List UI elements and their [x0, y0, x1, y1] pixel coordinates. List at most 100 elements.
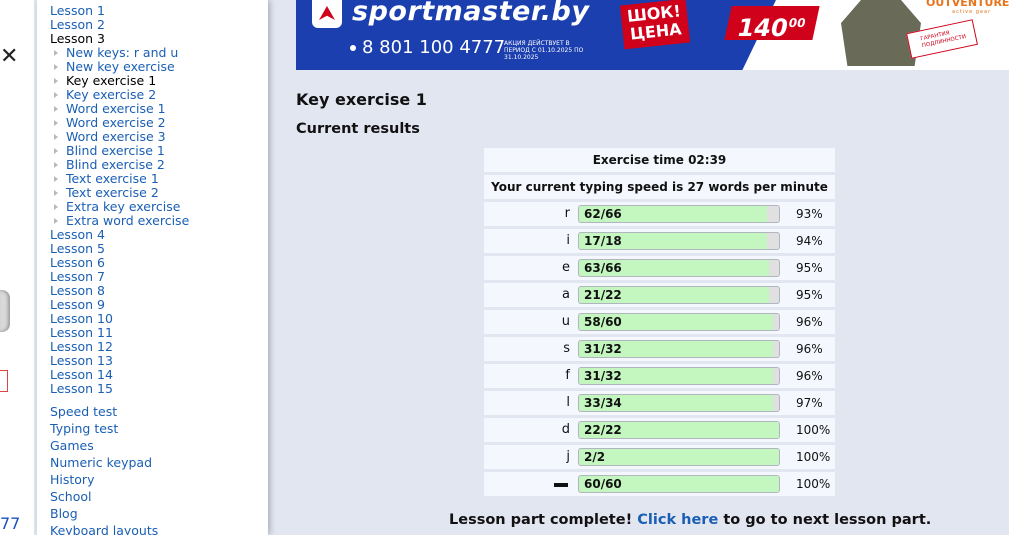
accuracy-bar: 63/66	[578, 259, 780, 277]
accuracy-bar: 22/22	[578, 421, 780, 439]
sidebar-lesson[interactable]: Lesson 5	[50, 242, 189, 256]
banner-terms: АКЦИЯ ДЕЙСТВУЕТ В ПЕРИОД С 01.10.2025 ПО…	[504, 40, 584, 61]
sidebar-subitem[interactable]: Extra key exercise	[50, 200, 189, 214]
sidebar-subitem[interactable]: Word exercise 2	[50, 116, 189, 130]
key-result-row: s 31/32 96%	[484, 337, 835, 361]
next-lesson-link[interactable]: Click here	[637, 512, 718, 528]
lesson-list: Lesson 1 Lesson 2 Lesson 3 New keys: r and …	[50, 4, 189, 396]
sidebar-link[interactable]: Games	[50, 437, 158, 454]
sidebar-subitem-label: Text exercise 2	[66, 185, 159, 200]
sidebar-subitem[interactable]: Key exercise 2	[50, 88, 189, 102]
sidebar-subitem[interactable]: Blind exercise 2	[50, 158, 189, 172]
extra-links-list: Speed test Typing test Games Numeric keypad…	[50, 403, 158, 535]
correct-count: 2/2	[584, 450, 606, 464]
sportmaster-logo-icon	[312, 0, 342, 28]
ad-banner[interactable]: sportmaster.by 8 801 100 4777 АКЦИЯ ДЕЙС…	[296, 0, 1009, 70]
caret-right-icon	[54, 162, 58, 168]
key-result-row: 60/60 100%	[484, 472, 835, 496]
left-ad-strip[interactable]: ✕ 77	[0, 0, 34, 535]
sidebar-lesson[interactable]: Lesson 9	[50, 298, 189, 312]
sidebar-lesson[interactable]: Lesson 4	[50, 228, 189, 242]
key-label: e	[562, 260, 570, 275]
accuracy-bar: 31/32	[578, 367, 780, 385]
accuracy-bar: 33/34	[578, 394, 780, 412]
key-result-row: f 31/32 96%	[484, 364, 835, 388]
sidebar-subitem-label: Word exercise 2	[66, 115, 166, 130]
sidebar-subitem-label: Blind exercise 2	[66, 157, 165, 172]
caret-right-icon	[54, 92, 58, 98]
sidebar-lesson[interactable]: Lesson 8	[50, 284, 189, 298]
banner-promo-badge: ШОК! ЦЕНА	[619, 0, 691, 50]
sidebar-link[interactable]: Blog	[50, 505, 158, 522]
accuracy-percent: 97%	[796, 396, 823, 410]
sidebar-subitem[interactable]: New key exercise	[50, 60, 189, 74]
banner-price: 14000	[724, 6, 820, 42]
sidebar-subitem-current[interactable]: Key exercise 1	[50, 74, 189, 88]
sidebar-lesson[interactable]: Lesson 6	[50, 256, 189, 270]
accuracy-percent: 94%	[796, 234, 823, 248]
sidebar-lesson[interactable]: Lesson 11	[50, 326, 189, 340]
sidebar-subitem[interactable]: Extra word exercise	[50, 214, 189, 228]
key-result-row: a 21/22 95%	[484, 283, 835, 307]
ad-text-fragment: 77	[0, 514, 21, 533]
sidebar-subitem-label: Word exercise 3	[66, 129, 166, 144]
sidebar-subitem-label: Text exercise 1	[66, 171, 159, 186]
caret-right-icon	[54, 204, 58, 210]
sidebar-link[interactable]: Keyboard layouts	[50, 522, 158, 535]
key-label: a	[562, 287, 570, 302]
accuracy-percent: 100%	[796, 477, 831, 491]
key-results-list: r 62/66 93% i 17/18 94% e 63/66 95% a 21/22 95% u 58/…	[484, 202, 835, 496]
sidebar-subitem[interactable]: Blind exercise 1	[50, 144, 189, 158]
sidebar-lesson[interactable]: Lesson 10	[50, 312, 189, 326]
sidebar-lesson[interactable]: Lesson 13	[50, 354, 189, 368]
sidebar-link[interactable]: Typing test	[50, 420, 158, 437]
sidebar-subitem[interactable]: New keys: r and u	[50, 46, 189, 60]
accuracy-percent: 93%	[796, 207, 823, 221]
sidebar-subitem-label: Extra key exercise	[66, 199, 181, 214]
banner-phone: 8 801 100 4777	[362, 37, 506, 58]
accuracy-bar: 21/22	[578, 286, 780, 304]
accuracy-percent: 95%	[796, 288, 823, 302]
price-value: 140	[734, 14, 791, 42]
caret-right-icon	[54, 106, 58, 112]
sidebar-subitem[interactable]: Word exercise 1	[50, 102, 189, 116]
accuracy-percent: 100%	[796, 450, 831, 464]
sidebar-subitem[interactable]: Word exercise 3	[50, 130, 189, 144]
banner-brand: sportmaster.by	[352, 0, 590, 27]
sidebar-lesson[interactable]: Lesson 2	[50, 18, 189, 32]
key-result-row: u 58/60 96%	[484, 310, 835, 334]
sidebar-subitem[interactable]: Text exercise 2	[50, 186, 189, 200]
accuracy-percent: 96%	[796, 342, 823, 356]
sidebar-lesson[interactable]: Lesson 15	[50, 382, 189, 396]
sidebar-subitem-label: New key exercise	[66, 59, 175, 74]
caret-right-icon	[54, 134, 58, 140]
sidebar-subitem[interactable]: Text exercise 1	[50, 172, 189, 186]
correct-count: 62/66	[584, 207, 622, 221]
sidebar-subitem-label: Extra word exercise	[66, 213, 190, 228]
accuracy-percent: 96%	[796, 369, 823, 383]
accuracy-bar: 60/60	[578, 475, 780, 493]
accuracy-bar-fill	[579, 449, 779, 465]
caret-right-icon	[54, 120, 58, 126]
key-label: r	[564, 206, 570, 221]
exercise-time: Exercise time 02:39	[484, 148, 835, 172]
caret-right-icon	[54, 176, 58, 182]
sidebar-lesson[interactable]: Lesson 1	[50, 4, 189, 18]
key-label: j	[566, 449, 570, 464]
key-label: d	[561, 422, 570, 437]
sidebar-link[interactable]: History	[50, 471, 158, 488]
space-key-icon	[554, 483, 568, 487]
sidebar-link[interactable]: Speed test	[50, 403, 158, 420]
sidebar-lesson[interactable]: Lesson 12	[50, 340, 189, 354]
accuracy-bar: 17/18	[578, 232, 780, 250]
key-label: u	[561, 314, 570, 329]
sidebar-link[interactable]: School	[50, 488, 158, 505]
sidebar-lesson[interactable]: Lesson 14	[50, 368, 189, 382]
sidebar-lesson[interactable]: Lesson 7	[50, 270, 189, 284]
key-result-row: d 22/22 100%	[484, 418, 835, 442]
sidebar-link[interactable]: Numeric keypad	[50, 454, 158, 471]
correct-count: 17/18	[584, 234, 622, 248]
correct-count: 33/34	[584, 396, 622, 410]
partner-tagline: active gear	[952, 9, 992, 15]
sidebar-lesson-current[interactable]: Lesson 3	[50, 32, 189, 46]
